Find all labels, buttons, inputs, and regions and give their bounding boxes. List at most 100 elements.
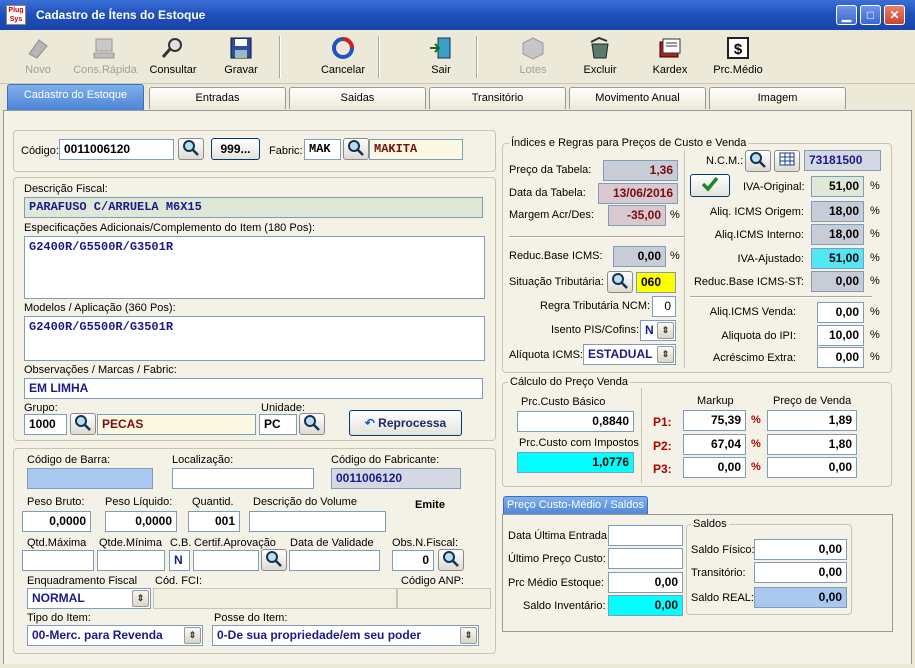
- acrescimo-input[interactable]: 0,00: [817, 347, 864, 368]
- reduc-base-field[interactable]: 0,00: [613, 246, 666, 267]
- preco-tabela-field[interactable]: 1,36: [603, 160, 678, 181]
- search-fabric-button[interactable]: [343, 138, 369, 160]
- descricao-volume-input[interactable]: [249, 511, 386, 532]
- saldo-real-field[interactable]: 0,00: [754, 587, 847, 608]
- unidade-input[interactable]: PC: [259, 414, 297, 435]
- prc-medio-button[interactable]: $ Prc.Médio: [705, 34, 771, 82]
- chevron-down-icon[interactable]: ⇕: [657, 322, 674, 339]
- quantid-input[interactable]: 001: [188, 511, 240, 532]
- ncm-field[interactable]: 73181500: [804, 150, 881, 171]
- regra-ncm-field[interactable]: 0: [652, 296, 676, 317]
- cb-input[interactable]: N: [169, 550, 190, 571]
- tab-saidas[interactable]: Saidas: [289, 87, 426, 109]
- p2-markup-input[interactable]: 67,04: [683, 434, 746, 455]
- aliq-interno-field[interactable]: 18,00: [811, 224, 864, 245]
- especificacoes-textarea[interactable]: G2400R/G5500R/G3501R: [24, 236, 485, 299]
- tab-movimento-anual[interactable]: Movimento Anual: [569, 87, 706, 109]
- cancelar-button[interactable]: Cancelar: [310, 34, 376, 82]
- chevron-down-icon[interactable]: ⇕: [460, 627, 477, 644]
- reduc-st-field[interactable]: 0,00: [811, 271, 864, 292]
- search-obs-nfiscal-button[interactable]: [438, 549, 464, 571]
- chevron-down-icon[interactable]: ⇕: [184, 627, 201, 644]
- posse-label: Posse do Item:: [214, 612, 288, 624]
- search-ncm-button[interactable]: [745, 150, 771, 172]
- codigo-input[interactable]: 0011006120: [59, 139, 174, 160]
- indices-title: Índices e Regras para Preços de Custo e …: [509, 137, 749, 149]
- minimize-button[interactable]: ▁: [836, 5, 857, 25]
- codigo-barra-input[interactable]: [27, 468, 153, 489]
- iva-original-field[interactable]: 51,00: [811, 176, 864, 197]
- p1-preco-input[interactable]: 1,89: [767, 410, 857, 431]
- search-certif-button[interactable]: [261, 549, 287, 571]
- qtd-minima-input[interactable]: [97, 550, 165, 571]
- data-ultima-field[interactable]: [608, 525, 683, 546]
- qtd-maxima-input[interactable]: [22, 550, 94, 571]
- ncm-table-button[interactable]: [774, 150, 800, 172]
- peso-liquido-input[interactable]: 0,0000: [105, 511, 177, 532]
- obs-nfiscal-input[interactable]: 0: [392, 550, 434, 571]
- posse-select[interactable]: 0-De sua propriedade/em seu poder ⇕: [212, 625, 479, 646]
- tab-custo-medio-saldos[interactable]: Preço Custo-Médio / Saldos: [503, 496, 648, 515]
- cod-anp-input[interactable]: [397, 588, 491, 609]
- tab-entradas[interactable]: Entradas: [149, 87, 286, 109]
- aliq-origem-field[interactable]: 18,00: [811, 201, 864, 222]
- kardex-cards-icon: [659, 38, 681, 58]
- p3-markup-input[interactable]: 0,00: [683, 457, 746, 478]
- sair-button[interactable]: Sair: [408, 34, 474, 82]
- excluir-button[interactable]: Excluir: [567, 34, 633, 82]
- data-validade-input[interactable]: [289, 550, 380, 571]
- tab-transitorio[interactable]: Transitório: [429, 87, 566, 109]
- peso-bruto-input[interactable]: 0,0000: [22, 511, 91, 532]
- aliquota-ipi-input[interactable]: 10,00: [817, 325, 864, 346]
- cons-rapida-button[interactable]: Cons.Rápida: [72, 34, 138, 82]
- p3-preco-input[interactable]: 0,00: [767, 457, 857, 478]
- saldo-fisico-field[interactable]: 0,00: [754, 539, 847, 560]
- novo-button[interactable]: Novo: [5, 34, 71, 82]
- fabric-code-input[interactable]: MAK: [304, 139, 341, 160]
- consultar-button[interactable]: Consultar: [140, 34, 206, 82]
- lotes-button[interactable]: Lotes: [500, 34, 566, 82]
- certif-input[interactable]: [193, 550, 259, 571]
- chevron-down-icon[interactable]: ⇕: [657, 346, 674, 363]
- btn-999[interactable]: 999...: [211, 138, 260, 160]
- reprocessa-button[interactable]: ↶ Reprocessa: [349, 410, 462, 436]
- grupo-code-input[interactable]: 1000: [24, 414, 67, 435]
- cod-fci-input[interactable]: [153, 588, 397, 609]
- situacao-input[interactable]: 060: [636, 272, 676, 293]
- tab-cadastro-estoque[interactable]: Cadastro do Estoque: [7, 84, 144, 110]
- search-codigo-button[interactable]: [178, 138, 204, 160]
- search-situacao-button[interactable]: [607, 271, 633, 293]
- lotes-label: Lotes: [519, 64, 547, 76]
- data-tabela-field[interactable]: 13/06/2016: [598, 183, 678, 204]
- transitorio-field[interactable]: 0,00: [754, 562, 847, 583]
- reduc-base-pct: %: [670, 250, 680, 262]
- saldo-inv-field[interactable]: 0,00: [608, 595, 683, 616]
- aliq-venda-input[interactable]: 0,00: [817, 302, 864, 323]
- kardex-button[interactable]: Kardex: [637, 34, 703, 82]
- gravar-button[interactable]: Gravar: [208, 34, 274, 82]
- custo-impostos-field[interactable]: 1,0776: [517, 452, 634, 473]
- custo-basico-field[interactable]: 0,8840: [517, 411, 634, 432]
- p2-preco-input[interactable]: 1,80: [767, 434, 857, 455]
- chevron-down-icon[interactable]: ⇕: [132, 590, 149, 607]
- p1-markup-input[interactable]: 75,39: [683, 410, 746, 431]
- localizacao-input[interactable]: [172, 468, 314, 489]
- maximize-button[interactable]: □: [860, 5, 881, 25]
- enquadramento-select[interactable]: NORMAL ⇕: [27, 588, 151, 609]
- close-button[interactable]: ✕: [884, 5, 905, 25]
- prc-medio-field[interactable]: 0,00: [608, 572, 683, 593]
- iva-ajustado-field[interactable]: 51,00: [811, 248, 864, 269]
- search-unidade-button[interactable]: [299, 413, 325, 435]
- observacoes-input[interactable]: EM LIMHA: [24, 378, 483, 399]
- tipo-item-select[interactable]: 00-Merc. para Revenda ⇕: [27, 625, 203, 646]
- search-grupo-button[interactable]: [70, 413, 96, 435]
- modelos-textarea[interactable]: G2400R/G5500R/G3501R: [24, 316, 485, 361]
- isento-select[interactable]: N ⇕: [640, 320, 676, 341]
- tab-imagem[interactable]: Imagem: [709, 87, 846, 109]
- descricao-fiscal-input[interactable]: PARAFUSO C/ARRUELA M6X15: [24, 197, 483, 218]
- confirm-button[interactable]: [690, 174, 730, 197]
- margem-field[interactable]: -35,00: [608, 205, 666, 226]
- codigo-fabricante-field[interactable]: 0011006120: [331, 468, 461, 489]
- aliquota-icms-select[interactable]: ESTADUAL ⇕: [583, 344, 676, 365]
- ultimo-preco-field[interactable]: [608, 548, 683, 569]
